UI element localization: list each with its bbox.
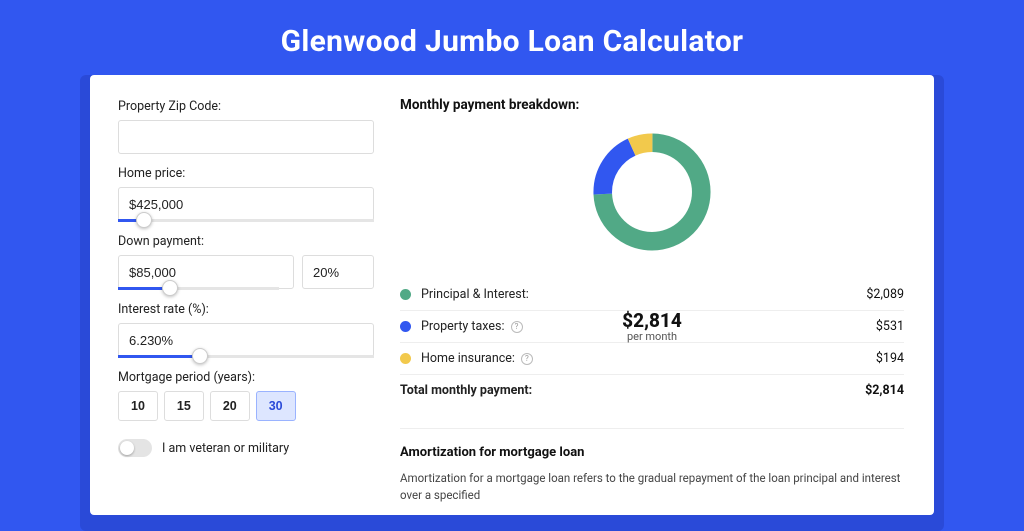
slider-handle-icon[interactable] [136, 212, 152, 228]
period-buttons: 10 15 20 30 [118, 391, 374, 421]
rate-slider[interactable] [118, 355, 374, 358]
dot-icon [400, 321, 411, 332]
field-period: Mortgage period (years): 10 15 20 30 [118, 370, 374, 421]
zip-input[interactable] [118, 120, 374, 154]
home-price-input[interactable] [118, 187, 374, 221]
donut-amount: $2,814 [622, 309, 682, 332]
period-btn-15[interactable]: 15 [164, 391, 204, 421]
breakdown-heading: Monthly payment breakdown: [400, 97, 904, 113]
period-label: Mortgage period (years): [118, 370, 374, 385]
slider-handle-icon[interactable] [162, 280, 178, 296]
amort-text: Amortization for a mortgage loan refers … [400, 470, 904, 505]
donut-chart: $2,814 per month [400, 113, 904, 279]
card-shadow: Property Zip Code: Home price: Down paym… [80, 75, 944, 531]
period-btn-30[interactable]: 30 [256, 391, 296, 421]
breakdown-value: $531 [876, 319, 904, 334]
home-price-label: Home price: [118, 166, 374, 181]
field-interest-rate: Interest rate (%): [118, 302, 374, 358]
dot-icon [400, 289, 411, 300]
donut-svg-icon [587, 127, 717, 257]
down-payment-input[interactable] [118, 255, 294, 289]
veteran-label: I am veteran or military [162, 441, 289, 456]
rate-input[interactable] [118, 323, 374, 357]
rate-label: Interest rate (%): [118, 302, 374, 317]
home-price-slider[interactable] [118, 219, 374, 222]
down-payment-slider[interactable] [118, 287, 279, 290]
field-home-price: Home price: [118, 166, 374, 222]
info-icon[interactable]: ? [521, 353, 533, 365]
total-value: $2,814 [865, 383, 904, 398]
down-payment-label: Down payment: [118, 234, 374, 249]
dot-icon [400, 353, 411, 364]
zip-label: Property Zip Code: [118, 99, 374, 114]
toggle-knob-icon [120, 441, 134, 455]
period-btn-20[interactable]: 20 [210, 391, 250, 421]
field-down-payment: Down payment: [118, 234, 374, 290]
results-panel: Monthly payment breakdown: $2,814 per mo… [390, 75, 934, 515]
info-icon[interactable]: ? [511, 321, 523, 333]
breakdown-value: $2,089 [866, 287, 904, 302]
period-btn-10[interactable]: 10 [118, 391, 158, 421]
amort-heading: Amortization for mortgage loan [400, 445, 904, 460]
page-title: Glenwood Jumbo Loan Calculator [0, 0, 1024, 75]
veteran-toggle[interactable] [118, 439, 152, 457]
slider-handle-icon[interactable] [192, 348, 208, 364]
donut-center: $2,814 per month [587, 261, 717, 391]
breakdown-value: $194 [876, 351, 904, 366]
field-zip: Property Zip Code: [118, 99, 374, 154]
donut-subtext: per month [627, 330, 677, 343]
calculator-card: Property Zip Code: Home price: Down paym… [90, 75, 934, 515]
down-payment-pct-input[interactable] [302, 255, 374, 289]
veteran-row: I am veteran or military [118, 439, 374, 457]
inputs-panel: Property Zip Code: Home price: Down paym… [90, 75, 390, 515]
amortization-section: Amortization for mortgage loan Amortizat… [400, 428, 904, 505]
